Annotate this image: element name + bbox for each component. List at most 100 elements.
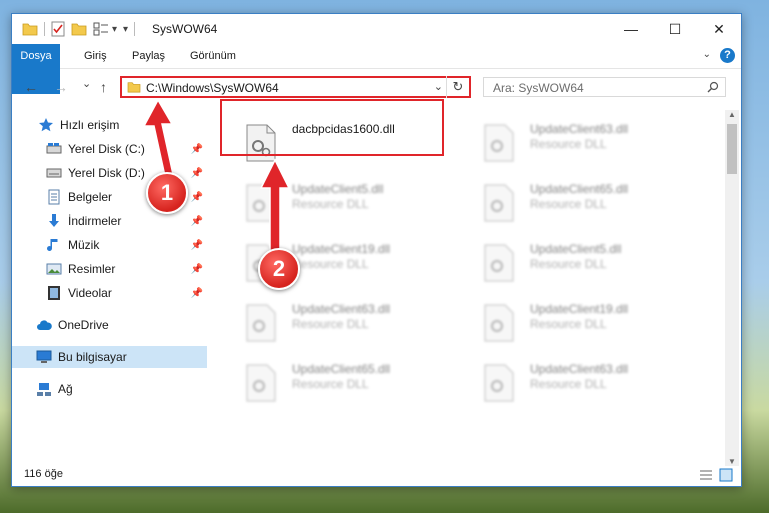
- address-bar[interactable]: C:\Windows\SysWOW64 ⌄ ↻: [120, 76, 471, 98]
- recent-locations-button[interactable]: ⌄: [82, 77, 91, 90]
- sidebar-item-videos[interactable]: Videolar 📌: [12, 282, 207, 304]
- file-item[interactable]: UpdateClient5.dll Resource DLL: [458, 234, 678, 284]
- sidebar-item-label: OneDrive: [58, 318, 109, 332]
- sidebar-item-label: Belgeler: [68, 190, 113, 204]
- dll-file-icon: [246, 364, 276, 402]
- file-name: UpdateClient63.dll: [292, 302, 391, 316]
- file-name: UpdateClient65.dll: [292, 362, 391, 376]
- tab-giris[interactable]: Giriş: [74, 44, 117, 68]
- file-item[interactable]: UpdateClient63.dll Resource DLL: [220, 294, 440, 344]
- pin-icon[interactable]: 📌: [191, 288, 203, 299]
- close-button[interactable]: ✕: [697, 14, 741, 44]
- search-box[interactable]: Ara: SysWOW64: [483, 77, 726, 97]
- file-description: Resource DLL: [530, 317, 607, 331]
- explorer-window: ▾ ▾ SysWOW64 — ☐ ✕ Dosya Giriş Paylaş Gö…: [11, 13, 742, 487]
- file-description: Resource DLL: [292, 257, 369, 271]
- sidebar-item-label: Videolar: [68, 286, 112, 300]
- file-item[interactable]: UpdateClient63.dll Resource DLL: [458, 354, 678, 404]
- file-description: Resource DLL: [292, 197, 369, 211]
- new-folder-icon[interactable]: [71, 22, 87, 36]
- file-name: UpdateClient5.dll: [292, 182, 384, 196]
- item-count: 116 öğe: [24, 468, 63, 480]
- scrollbar-thumb[interactable]: [727, 124, 737, 174]
- file-name: UpdateClient63.dll: [530, 362, 629, 376]
- tab-gorunum[interactable]: Görünüm: [180, 44, 246, 68]
- address-dropdown-icon[interactable]: ⌄: [434, 80, 443, 93]
- sidebar-item-pictures[interactable]: Resimler 📌: [12, 258, 207, 280]
- dll-file-icon: [484, 364, 514, 402]
- star-icon: [39, 118, 53, 132]
- file-description: Resource DLL: [530, 197, 607, 211]
- file-item[interactable]: UpdateClient19.dll Resource DLL: [220, 234, 440, 284]
- file-item[interactable]: UpdateClient65.dll Resource DLL: [220, 354, 440, 404]
- sidebar-item-label: Yerel Disk (D:): [68, 166, 145, 180]
- quick-access-toolbar: ▾ ▾: [22, 21, 141, 37]
- ribbon-tabs: Dosya Giriş Paylaş Görünüm ⌄ ?: [12, 44, 741, 94]
- drive-icon: [46, 168, 62, 178]
- file-name: UpdateClient65.dll: [530, 182, 629, 196]
- step-badge-1: 1: [146, 172, 188, 214]
- title-bar: ▾ ▾ SysWOW64 — ☐ ✕: [12, 14, 741, 44]
- file-description: Resource DLL: [292, 317, 369, 331]
- expand-ribbon-icon[interactable]: ⌄: [703, 49, 711, 60]
- file-item[interactable]: UpdateClient19.dll Resource DLL: [458, 294, 678, 344]
- sidebar-item-this-pc[interactable]: Bu bilgisayar: [12, 346, 207, 368]
- sidebar-item-label: Yerel Disk (C:): [68, 142, 145, 156]
- help-icon[interactable]: ?: [720, 48, 735, 63]
- refresh-icon[interactable]: ↻: [446, 76, 469, 98]
- sidebar-item-label: Bu bilgisayar: [58, 350, 127, 364]
- file-item[interactable]: UpdateClient63.dll Resource DLL: [458, 114, 678, 164]
- file-description: Resource DLL: [292, 377, 369, 391]
- file-item[interactable]: UpdateClient65.dll Resource DLL: [458, 174, 678, 224]
- sidebar-item-network[interactable]: Ağ: [12, 378, 207, 400]
- details-view-icon[interactable]: [699, 468, 713, 482]
- dll-file-icon: [484, 124, 514, 162]
- back-button[interactable]: ←: [24, 79, 38, 95]
- sidebar-item-label: Müzik: [68, 238, 100, 252]
- pin-icon[interactable]: 📌: [191, 144, 203, 155]
- file-highlight-box: [220, 99, 444, 156]
- sidebar-item-music[interactable]: Müzik 📌: [12, 234, 207, 256]
- vertical-scrollbar[interactable]: ▲ ▼: [725, 110, 739, 466]
- address-text: C:\Windows\SysWOW64: [146, 81, 279, 95]
- properties-icon[interactable]: [51, 21, 65, 37]
- customize-toolbar-icon[interactable]: ▾: [123, 24, 128, 35]
- forward-button[interactable]: →: [54, 79, 68, 95]
- view-options-icon[interactable]: [93, 22, 109, 36]
- file-name: UpdateClient5.dll: [530, 242, 622, 256]
- pin-icon[interactable]: 📌: [191, 168, 203, 179]
- separator: [134, 22, 136, 36]
- scroll-up-icon[interactable]: ▲: [728, 110, 736, 119]
- chevron-down-icon[interactable]: ▾: [112, 24, 117, 35]
- maximize-button[interactable]: ☐: [653, 14, 697, 44]
- up-button[interactable]: ↑: [100, 79, 107, 95]
- search-input[interactable]: Ara: SysWOW64: [493, 81, 584, 95]
- file-name: UpdateClient19.dll: [292, 242, 391, 256]
- search-icon[interactable]: [707, 81, 719, 93]
- sidebar-item-label: Hızlı erişim: [60, 118, 120, 132]
- cloud-icon: [37, 320, 52, 330]
- large-icons-view-icon[interactable]: [719, 468, 733, 482]
- tab-paylas[interactable]: Paylaş: [122, 44, 175, 68]
- pin-icon[interactable]: 📌: [191, 216, 203, 227]
- file-name: UpdateClient63.dll: [530, 122, 629, 136]
- file-description: Resource DLL: [530, 137, 607, 151]
- sidebar-item-onedrive[interactable]: OneDrive: [12, 314, 207, 336]
- network-icon: [37, 383, 51, 396]
- status-bar: 116 öğe: [12, 464, 741, 486]
- minimize-button[interactable]: —: [609, 14, 653, 44]
- sidebar-item-downloads[interactable]: İndirmeler 📌: [12, 210, 207, 232]
- file-item[interactable]: UpdateClient5.dll Resource DLL: [220, 174, 440, 224]
- step-badge-2: 2: [258, 248, 300, 290]
- pin-icon[interactable]: 📌: [191, 192, 203, 203]
- pin-icon[interactable]: 📌: [191, 264, 203, 275]
- drive-icon: [46, 143, 62, 154]
- dll-file-icon: [246, 304, 276, 342]
- pin-icon[interactable]: 📌: [191, 240, 203, 251]
- computer-icon: [36, 350, 52, 363]
- sidebar-item-label: Resimler: [68, 262, 116, 276]
- videos-icon: [48, 286, 60, 300]
- sidebar-item-label: İndirmeler: [68, 214, 122, 228]
- folder-icon[interactable]: [22, 22, 38, 36]
- dll-file-icon: [484, 184, 514, 222]
